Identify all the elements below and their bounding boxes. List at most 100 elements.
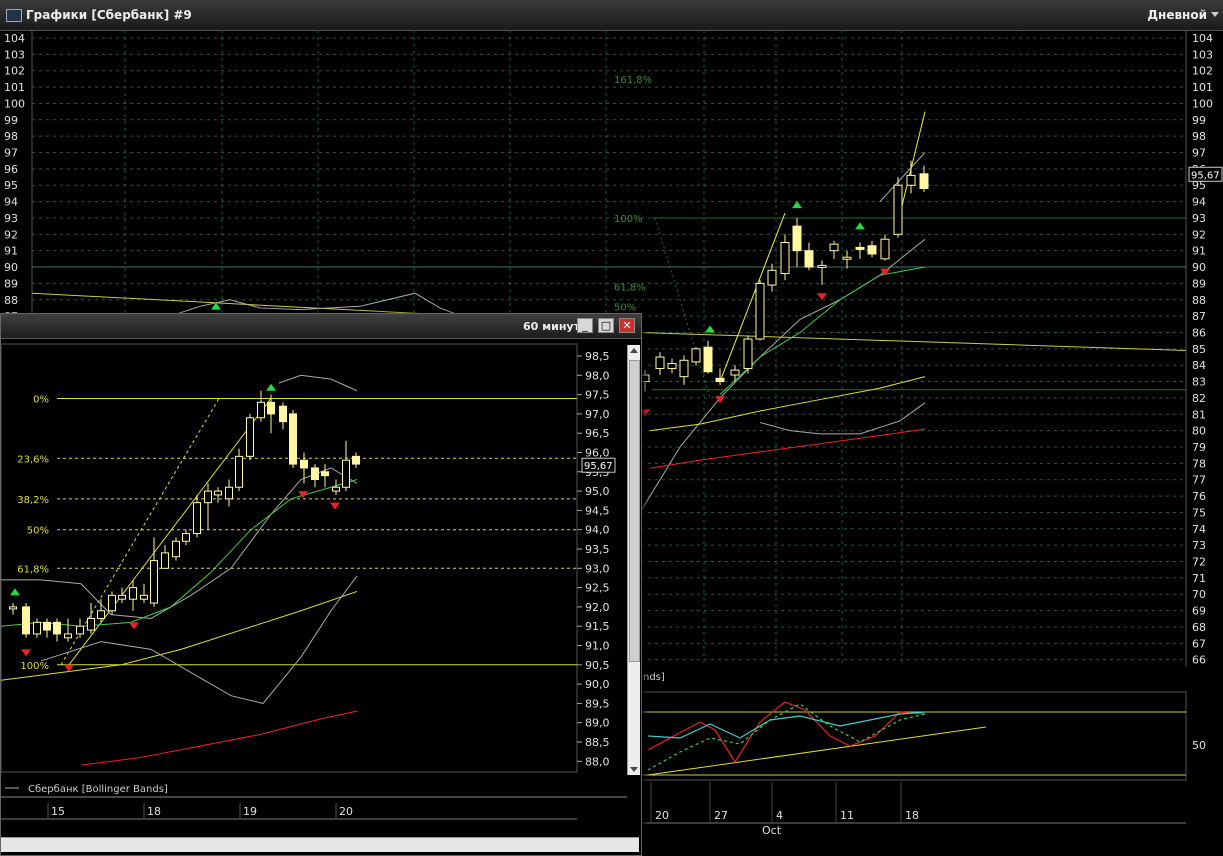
y-tick-label: 97,0 <box>585 408 610 421</box>
candle <box>193 502 201 535</box>
sub-window-60min[interactable]: 60 минут _ □ ✕ 98,5 98,0 97,5 97,0 96,5 96,0 9… <box>0 313 642 856</box>
candle <box>352 455 360 465</box>
candle <box>289 413 297 465</box>
candle <box>140 594 148 600</box>
candle <box>792 225 802 252</box>
candle <box>22 606 30 635</box>
oscillator-frame <box>639 691 1187 781</box>
fib-label: 100% <box>20 661 49 672</box>
candle <box>87 617 95 631</box>
candle <box>204 490 212 504</box>
ma-green <box>719 266 926 396</box>
y-tick-label: 94,0 <box>585 524 610 537</box>
fib-label: 161,8% <box>614 75 652 86</box>
y-tick-label-right: 75 <box>1192 506 1206 519</box>
sub-window-titlebar[interactable]: 60 минут _ □ ✕ <box>1 314 641 339</box>
buy-signal-icon <box>705 325 715 333</box>
y-tick-label-right: 83 <box>1192 376 1206 389</box>
chart-app-icon <box>6 9 22 22</box>
horizontal-scrollbar[interactable] <box>1 837 639 852</box>
x-tick-label: 20 <box>655 809 669 822</box>
fib-label: 23,6% <box>17 454 49 465</box>
y-tick-label-left: 98 <box>4 130 18 143</box>
candle <box>919 173 929 190</box>
y-tick-label-right: 103 <box>1192 48 1213 61</box>
x-tick-label: 4 <box>776 809 783 822</box>
y-tick-label: 93,0 <box>585 562 610 575</box>
candle <box>267 401 275 415</box>
candle <box>703 346 713 373</box>
chevron-down-icon[interactable] <box>1211 12 1219 17</box>
candle <box>246 417 254 457</box>
y-tick-label: 92,0 <box>585 601 610 614</box>
y-tick-label: 94,5 <box>585 504 610 517</box>
sub-chart[interactable]: 98,598,097,597,096,596,095,595,094,594,0… <box>1 339 627 849</box>
y-tick-label-left: 97 <box>4 147 18 160</box>
candle <box>755 282 765 340</box>
y-tick-label-right: 87 <box>1192 310 1206 323</box>
y-tick-label-right: 98 <box>1192 130 1206 143</box>
ma-red <box>649 428 926 469</box>
candle <box>321 471 329 477</box>
legend-text: nds] <box>643 672 665 683</box>
candle <box>257 401 265 419</box>
minimize-button[interactable]: _ <box>577 318 593 333</box>
maximize-button[interactable]: □ <box>598 318 614 333</box>
ma-yellow <box>649 376 926 432</box>
candle <box>867 245 877 255</box>
candle <box>129 587 137 600</box>
candle <box>679 359 689 378</box>
y-tick-label-right: 71 <box>1192 572 1206 585</box>
y-tick-label-right: 69 <box>1192 605 1206 618</box>
scroll-up-icon[interactable] <box>630 348 638 353</box>
y-tick-label-left: 103 <box>4 48 25 61</box>
period-selector[interactable]: Дневной <box>1147 8 1207 22</box>
y-tick-label-left: 102 <box>4 65 25 78</box>
sub-plot-frame <box>1 343 578 773</box>
y-tick-label-right: 76 <box>1192 490 1206 503</box>
y-tick-label-right: 84 <box>1192 359 1206 372</box>
candle <box>880 238 890 260</box>
osc-line-cyan <box>647 711 926 739</box>
y-tick-label: 95,0 <box>585 485 610 498</box>
y-tick-label-right: 77 <box>1192 474 1206 487</box>
y-tick-label-right: 79 <box>1192 441 1206 454</box>
candle <box>53 621 61 635</box>
fib-label: 100% <box>614 214 643 225</box>
scroll-down-icon[interactable] <box>630 767 638 772</box>
window-titlebar[interactable]: Графики [Сбербанк] #9 Дневной <box>0 0 1223 31</box>
candle <box>235 455 243 488</box>
osc-trend-line <box>647 726 987 776</box>
scroll-thumb[interactable] <box>629 360 640 662</box>
candle <box>279 405 287 423</box>
fib-label: 61,8% <box>17 564 49 575</box>
y-tick-label: 90,5 <box>585 659 610 672</box>
y-tick-label-right: 101 <box>1192 81 1213 94</box>
y-tick-label-left: 104 <box>4 32 25 45</box>
candle <box>172 540 180 558</box>
vertical-scrollbar[interactable] <box>627 345 640 775</box>
y-tick-label-right: 88 <box>1192 294 1206 307</box>
candle <box>225 486 233 500</box>
y-tick-label-left: 99 <box>4 114 18 127</box>
y-tick-label-right: 102 <box>1192 65 1213 78</box>
y-tick-label-right: 82 <box>1192 392 1206 405</box>
y-tick-label-right: 90 <box>1192 261 1206 274</box>
y-tick-label: 98,0 <box>585 369 610 382</box>
y-tick-label-right: 78 <box>1192 457 1206 470</box>
candle <box>300 459 308 469</box>
y-tick-label-right: 93 <box>1192 212 1206 225</box>
y-tick-label-right: 91 <box>1192 245 1206 258</box>
y-tick-label: 92,5 <box>585 582 610 595</box>
candle <box>342 459 350 488</box>
sell-signal-icon <box>817 293 827 301</box>
window-title: Графики [Сбербанк] #9 <box>26 8 192 22</box>
fib-label: 50% <box>27 526 49 537</box>
candle <box>817 264 827 268</box>
close-button[interactable]: ✕ <box>619 318 635 333</box>
y-tick-label: 89,0 <box>585 717 610 730</box>
x-tick-label: 18 <box>905 809 919 822</box>
y-tick-label-left: 89 <box>4 277 18 290</box>
candle <box>97 610 105 619</box>
y-tick-label-left: 101 <box>4 81 25 94</box>
